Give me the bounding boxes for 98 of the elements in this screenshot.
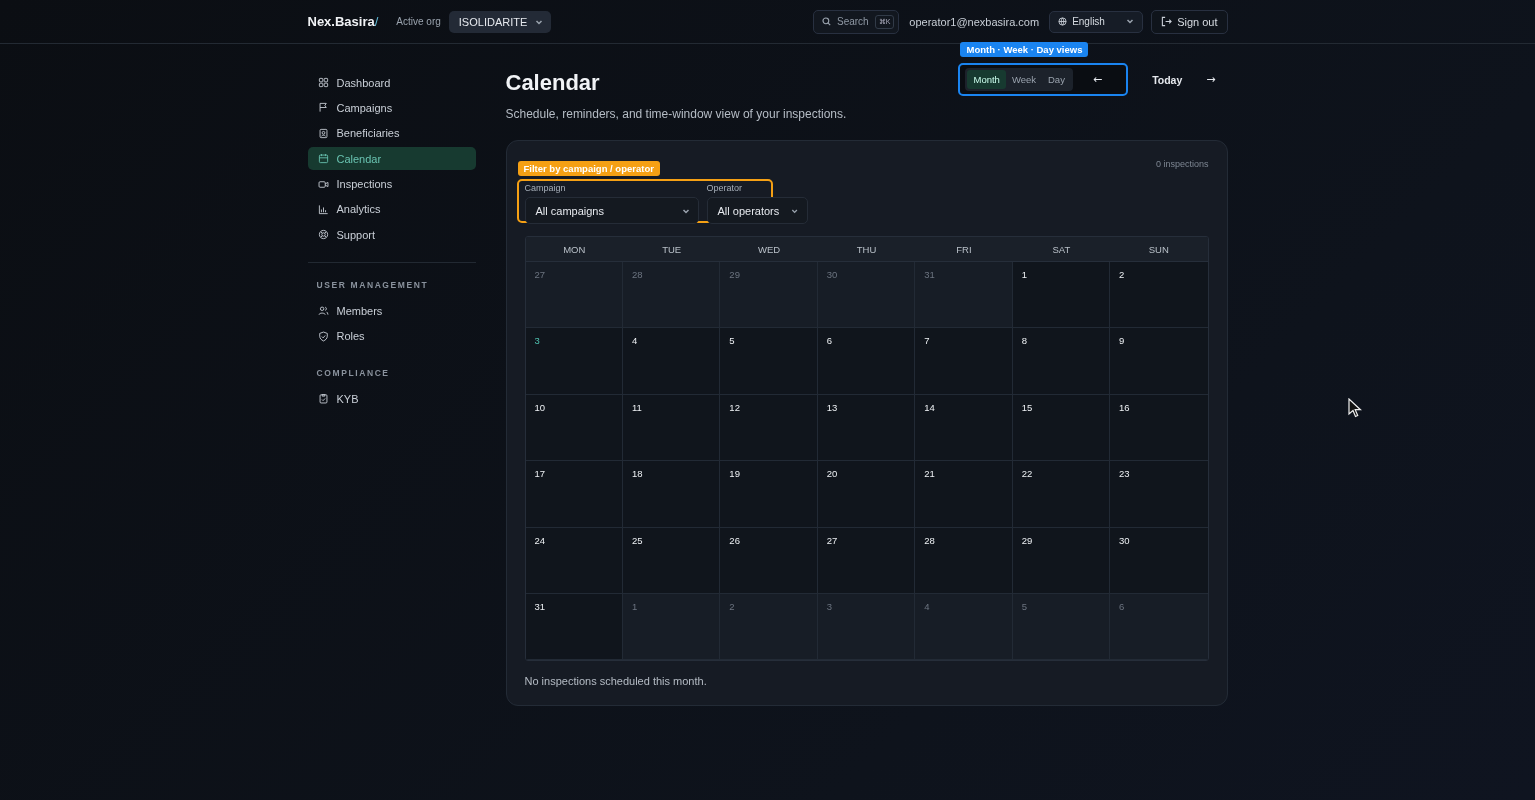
weekday-header: MON xyxy=(525,237,623,262)
clipboard-check-icon xyxy=(317,393,329,405)
day-cell[interactable]: 25 xyxy=(622,527,721,594)
day-cell[interactable]: 11 xyxy=(622,394,721,462)
day-cell[interactable]: 2 xyxy=(720,593,818,661)
next-button[interactable]: → xyxy=(1206,73,1216,86)
sidebar-item[interactable]: Beneficiaries xyxy=(307,121,476,145)
page-subtitle: Schedule, reminders, and time-window view of your inspections. xyxy=(505,107,847,121)
id-badge-icon xyxy=(317,127,329,139)
bar-chart-icon xyxy=(317,203,329,215)
video-camera-icon xyxy=(317,178,329,190)
day-cell[interactable]: 20 xyxy=(817,461,916,528)
calendar-icon xyxy=(317,153,329,165)
day-cell[interactable]: 3 xyxy=(525,328,623,395)
day-cell[interactable]: 21 xyxy=(915,461,1013,528)
org-label: Active org xyxy=(396,16,441,27)
day-cell[interactable]: 4 xyxy=(622,328,721,395)
sign-out-icon xyxy=(1161,16,1173,27)
day-cell[interactable]: 29 xyxy=(720,262,818,329)
view-tab[interactable]: Week xyxy=(1005,70,1042,89)
org-dropdown[interactable]: ISOLIDARITE xyxy=(448,10,552,33)
filter-label: Campaign xyxy=(524,183,567,193)
flag-icon xyxy=(317,102,329,114)
weekday-header: TUE xyxy=(622,237,721,262)
sidebar-item[interactable]: Dashboard xyxy=(307,71,476,94)
search-icon xyxy=(821,17,831,26)
sidebar-item[interactable]: Support xyxy=(307,223,476,247)
day-cell[interactable]: 5 xyxy=(720,328,818,395)
shield-check-icon xyxy=(317,330,329,342)
day-cell[interactable]: 30 xyxy=(1110,527,1208,594)
search-label: Search xyxy=(836,16,869,27)
day-cell[interactable]: 29 xyxy=(1012,527,1111,594)
day-cell[interactable]: 27 xyxy=(817,527,916,594)
day-cell[interactable]: 19 xyxy=(720,461,818,528)
day-cell[interactable]: 5 xyxy=(1012,593,1111,661)
day-cell[interactable]: 9 xyxy=(1110,328,1208,395)
lifebuoy-icon xyxy=(317,229,329,241)
chevron-down-icon xyxy=(1126,17,1135,25)
grid-icon xyxy=(317,77,329,88)
day-cell[interactable]: 28 xyxy=(622,262,721,329)
day-cell[interactable]: 30 xyxy=(817,262,916,329)
day-cell[interactable]: 15 xyxy=(1012,394,1111,462)
day-cell[interactable]: 1 xyxy=(1012,262,1111,329)
day-cell[interactable]: 8 xyxy=(1012,328,1111,395)
weekday-header: THU xyxy=(817,237,916,262)
filter-dropdown[interactable]: All operators xyxy=(706,197,808,224)
day-cell[interactable]: 26 xyxy=(720,527,818,594)
sidebar-item[interactable]: KYB xyxy=(307,387,476,411)
day-cell[interactable]: 3 xyxy=(817,593,916,661)
day-cell[interactable]: 6 xyxy=(817,328,916,395)
day-cell[interactable]: 27 xyxy=(525,262,623,329)
page-title: Calendar xyxy=(505,70,601,96)
previous-button[interactable]: ← xyxy=(1092,73,1103,86)
day-cell[interactable]: 24 xyxy=(525,527,623,594)
day-cell[interactable]: 22 xyxy=(1012,461,1111,528)
user-email: operator1@nexbasira.com xyxy=(909,15,1040,28)
sidebar-item[interactable]: Campaigns xyxy=(307,96,476,120)
empty-message: No inspections scheduled this month. xyxy=(524,675,708,688)
day-cell[interactable]: 23 xyxy=(1110,461,1208,528)
brand-logo[interactable]: Nex.Basira/ xyxy=(307,14,379,29)
day-cell[interactable]: 28 xyxy=(915,527,1013,594)
section-heading: COMPLIANCE xyxy=(315,368,391,379)
sidebar-item[interactable]: Calendar xyxy=(307,147,476,171)
day-cell[interactable]: 31 xyxy=(915,262,1013,329)
day-cell[interactable]: 2 xyxy=(1110,262,1208,329)
sidebar-item[interactable]: Inspections xyxy=(307,172,476,196)
filter-dropdown[interactable]: All campaigns xyxy=(524,197,699,224)
users-icon xyxy=(317,305,329,317)
callout-label: Month · Week · Day views xyxy=(960,42,1089,57)
day-cell[interactable]: 7 xyxy=(915,328,1013,395)
language-dropdown[interactable]: English xyxy=(1049,10,1144,33)
day-cell[interactable]: 16 xyxy=(1110,394,1208,462)
section-heading: USER MANAGEMENT xyxy=(315,280,430,291)
sidebar-item[interactable]: Members xyxy=(307,299,476,323)
day-cell[interactable]: 4 xyxy=(915,593,1013,661)
today-button[interactable]: Today xyxy=(1146,72,1189,87)
callout-label: Filter by campaign / operator xyxy=(517,161,660,176)
day-cell[interactable]: 10 xyxy=(525,394,623,462)
sign-out-button[interactable]: Sign out xyxy=(1151,9,1228,34)
sidebar-item[interactable]: Analytics xyxy=(307,197,476,221)
view-tab[interactable]: Day xyxy=(1042,70,1071,89)
filter-label: Operator xyxy=(706,183,744,193)
day-cell[interactable]: 18 xyxy=(622,461,721,528)
globe-icon xyxy=(1058,17,1068,26)
cursor-icon xyxy=(1348,398,1362,418)
weekday-header: FRI xyxy=(915,237,1013,262)
day-cell[interactable]: 1 xyxy=(622,593,721,661)
view-tab[interactable]: Month xyxy=(967,70,1006,89)
day-cell[interactable]: 12 xyxy=(720,394,818,462)
day-cell[interactable]: 17 xyxy=(525,461,623,528)
weekday-header: SUN xyxy=(1110,237,1208,262)
day-cell[interactable]: 31 xyxy=(525,593,623,661)
sidebar-item[interactable]: Roles xyxy=(307,324,476,348)
day-cell[interactable]: 13 xyxy=(817,394,916,462)
weekday-header: WED xyxy=(720,237,818,262)
day-cell[interactable]: 14 xyxy=(915,394,1013,462)
inspection-count: 0 inspections xyxy=(1155,159,1209,171)
weekday-header: SAT xyxy=(1012,237,1111,262)
